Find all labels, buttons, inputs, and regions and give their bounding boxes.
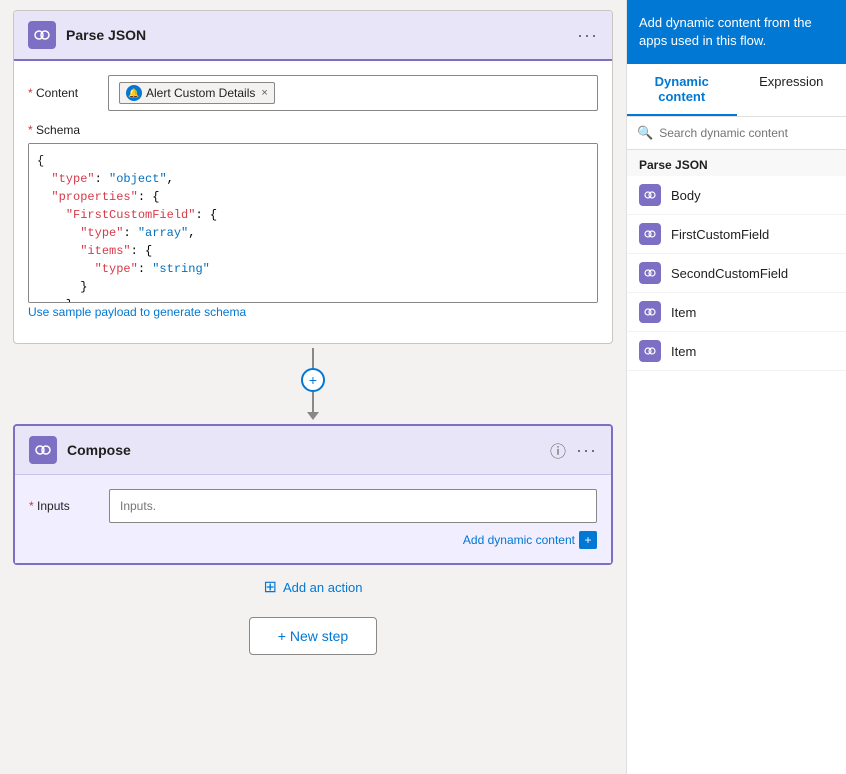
- new-step-button[interactable]: + New step: [249, 617, 377, 655]
- chip-close-btn[interactable]: ×: [261, 87, 267, 99]
- alert-chip: 🔔 Alert Custom Details ×: [119, 82, 275, 104]
- schema-editor[interactable]: { "type": "object", "properties": { "Fir…: [28, 143, 598, 303]
- search-icon: 🔍: [637, 125, 653, 141]
- panel-header: Add dynamic content from the apps used i…: [627, 0, 846, 64]
- item2-label: Item: [671, 344, 696, 359]
- second-custom-field-label: SecondCustomField: [671, 266, 788, 281]
- search-input[interactable]: [659, 126, 836, 140]
- add-dynamic-content-link[interactable]: Add dynamic content +: [463, 531, 597, 549]
- compose-icon: [29, 436, 57, 464]
- sample-payload-link[interactable]: Use sample payload to generate schema: [28, 305, 246, 319]
- parse-json-icon: [28, 21, 56, 49]
- panel-item-first-custom-field[interactable]: FirstCustomField: [627, 215, 846, 254]
- tab-dynamic-content[interactable]: Dynamic content: [627, 64, 737, 116]
- item1-label: Item: [671, 305, 696, 320]
- connector-line-1: [312, 348, 314, 368]
- panel-item-item-1[interactable]: Item: [627, 293, 846, 332]
- chip-text: Alert Custom Details: [146, 86, 255, 100]
- inputs-row: Inputs: [29, 489, 597, 523]
- panel-item-body[interactable]: Body: [627, 176, 846, 215]
- parse-json-title: Parse JSON: [66, 27, 146, 43]
- chip-icon: 🔔: [126, 85, 142, 101]
- inputs-field[interactable]: [109, 489, 597, 523]
- parse-json-card: Parse JSON ··· Content 🔔 Alert Custom De…: [13, 10, 613, 344]
- item1-icon: [639, 301, 661, 323]
- compose-card: Compose ⓘ ··· Inputs Add dynamic content…: [13, 424, 613, 565]
- main-area: Parse JSON ··· Content 🔔 Alert Custom De…: [0, 0, 626, 774]
- connector-1: +: [301, 348, 325, 420]
- compose-header: Compose ⓘ ···: [15, 426, 611, 475]
- dynamic-link-label: Add dynamic content: [463, 533, 575, 547]
- add-action-icon: ⊞: [264, 577, 277, 597]
- add-action-label: Add an action: [283, 580, 363, 595]
- compose-body: Inputs Add dynamic content +: [15, 475, 611, 563]
- second-custom-field-icon: [639, 262, 661, 284]
- add-action-row[interactable]: ⊞ Add an action: [264, 577, 363, 597]
- first-custom-field-label: FirstCustomField: [671, 227, 769, 242]
- connector-plus-btn[interactable]: +: [301, 368, 325, 392]
- panel-item-item-2[interactable]: Item: [627, 332, 846, 371]
- dynamic-plus-icon: +: [579, 531, 597, 549]
- body-icon: [639, 184, 661, 206]
- content-field-row: Content 🔔 Alert Custom Details ×: [28, 75, 598, 111]
- schema-section: Schema { "type": "object", "properties":…: [28, 123, 598, 321]
- schema-label: Schema: [28, 123, 598, 137]
- panel-tabs: Dynamic content Expression: [627, 64, 846, 117]
- content-input[interactable]: 🔔 Alert Custom Details ×: [108, 75, 598, 111]
- panel-item-second-custom-field[interactable]: SecondCustomField: [627, 254, 846, 293]
- first-custom-field-icon: [639, 223, 661, 245]
- dynamic-link-row: Add dynamic content +: [29, 531, 597, 549]
- item2-icon: [639, 340, 661, 362]
- compose-menu-button[interactable]: ···: [576, 440, 597, 461]
- panel-section-label: Parse JSON: [627, 150, 846, 176]
- connector-arrow: [307, 412, 319, 420]
- connector-line-2: [312, 392, 314, 412]
- content-label: Content: [28, 86, 98, 100]
- compose-info-button[interactable]: ⓘ: [550, 438, 566, 462]
- right-panel: Add dynamic content from the apps used i…: [626, 0, 846, 774]
- compose-title: Compose: [67, 442, 131, 458]
- parse-json-menu-button[interactable]: ···: [577, 25, 598, 46]
- body-label: Body: [671, 188, 701, 203]
- inputs-label: Inputs: [29, 499, 99, 513]
- panel-scroll-area: Parse JSON Body FirstCustomField: [627, 150, 846, 774]
- tab-expression[interactable]: Expression: [737, 64, 846, 116]
- parse-json-body: Content 🔔 Alert Custom Details × Schema …: [14, 61, 612, 343]
- parse-json-header: Parse JSON ···: [14, 11, 612, 61]
- panel-search: 🔍: [627, 117, 846, 150]
